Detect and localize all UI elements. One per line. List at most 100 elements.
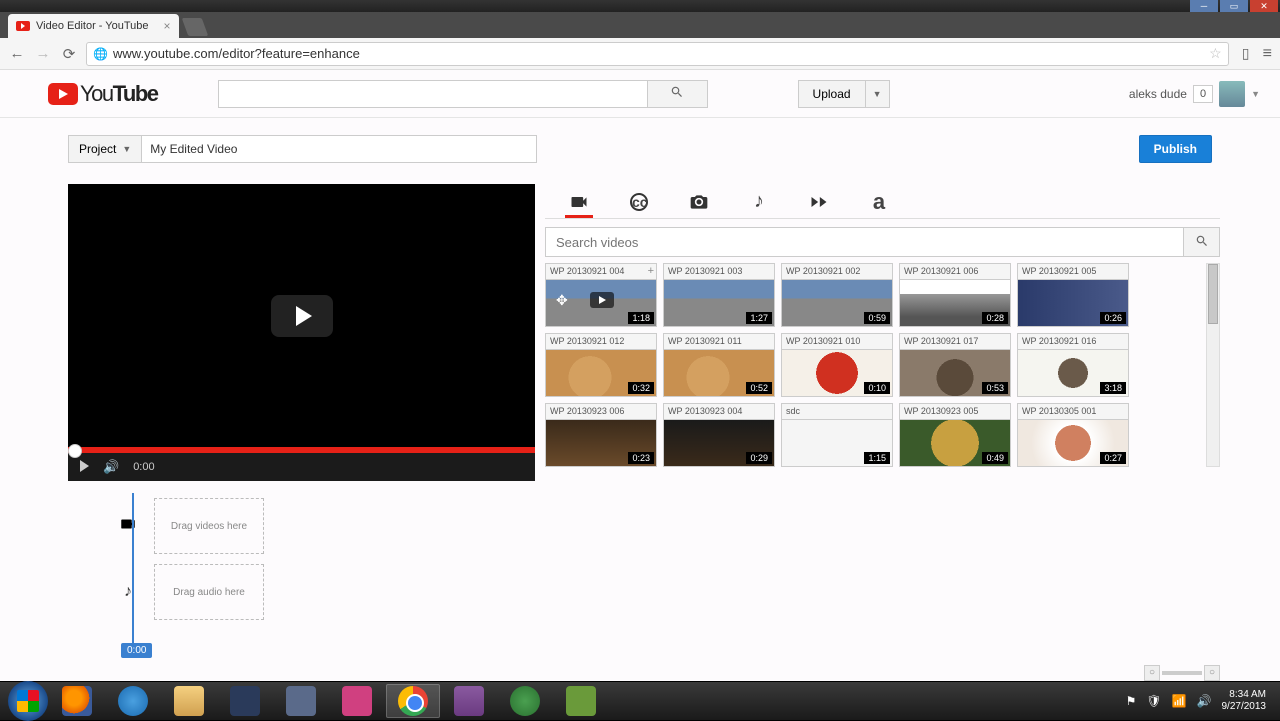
clip-duration: 0:27 xyxy=(1100,452,1126,464)
preview-time: 0:00 xyxy=(133,461,154,473)
username-label[interactable]: aleks dude xyxy=(1129,87,1187,101)
taskbar-app-2[interactable] xyxy=(330,684,384,718)
media-search-button[interactable] xyxy=(1184,227,1220,257)
bookmark-star-icon[interactable]: ☆ xyxy=(1209,45,1222,62)
clip-title: WP 20130921 016 xyxy=(1018,334,1128,350)
preview-scrubber[interactable] xyxy=(68,447,535,453)
clip-duration: 0:49 xyxy=(982,452,1008,464)
tab-photos[interactable] xyxy=(685,188,713,218)
taskbar-firefox[interactable] xyxy=(50,684,104,718)
clip-item[interactable]: WP 20130923 0040:29 xyxy=(663,403,775,467)
taskbar-virtualbox[interactable] xyxy=(218,684,272,718)
new-tab-button[interactable] xyxy=(181,18,208,36)
tab-text[interactable]: a xyxy=(865,188,893,218)
clip-play-icon[interactable] xyxy=(590,292,614,308)
clip-item[interactable]: WP 20130305 0010:27 xyxy=(1017,403,1129,467)
clip-item[interactable]: WP 20130923 0060:23 xyxy=(545,403,657,467)
tab-audio[interactable]: ♪ xyxy=(745,188,773,218)
timeline: 0:00 Drag videos here ♪ Drag audio here xyxy=(68,493,1280,645)
clip-item[interactable]: WP 20130921 0100:10 xyxy=(781,333,893,397)
timeline-playhead[interactable] xyxy=(132,493,134,643)
window-close-button[interactable]: ✕ xyxy=(1250,0,1278,12)
taskbar-chrome[interactable] xyxy=(386,684,440,718)
window-minimize-button[interactable]: ─ xyxy=(1190,0,1218,12)
tab-close-icon[interactable]: × xyxy=(164,19,171,33)
zoom-in-icon[interactable]: ○ xyxy=(1204,665,1220,681)
transition-icon xyxy=(809,192,829,212)
clip-item[interactable]: WP 20130921 0031:27 xyxy=(663,263,775,327)
media-search-input[interactable] xyxy=(545,227,1184,257)
youtube-logo[interactable]: YouTube xyxy=(48,81,158,107)
browser-tabbar: Video Editor - YouTube × xyxy=(0,12,1280,38)
taskbar-explorer[interactable] xyxy=(162,684,216,718)
timeline-audio-dropzone[interactable]: Drag audio here xyxy=(154,564,264,620)
tab-creative-commons[interactable]: cc xyxy=(625,188,653,218)
audio-track-icon: ♪ xyxy=(118,583,138,601)
clip-add-icon[interactable]: + xyxy=(648,265,654,277)
browser-tab[interactable]: Video Editor - YouTube × xyxy=(8,14,179,38)
tray-network-icon[interactable]: 📶 xyxy=(1172,694,1187,708)
clip-item[interactable]: WP 20130921 0170:53 xyxy=(899,333,1011,397)
play-overlay-icon[interactable] xyxy=(271,295,333,337)
start-button[interactable] xyxy=(8,681,48,721)
timeline-video-row: Drag videos here xyxy=(118,493,1280,559)
project-name-input[interactable] xyxy=(141,135,537,163)
clips-scrollbar[interactable] xyxy=(1206,263,1220,467)
scrollbar-thumb[interactable] xyxy=(1208,264,1218,324)
project-dropdown[interactable]: Project ▼ xyxy=(68,135,141,163)
video-preview[interactable] xyxy=(68,184,535,447)
upload-group: Upload ▼ xyxy=(798,80,890,108)
upload-dropdown-button[interactable]: ▼ xyxy=(866,80,890,108)
back-button[interactable]: ← xyxy=(8,45,26,63)
taskbar-app[interactable] xyxy=(274,684,328,718)
clip-item[interactable]: sdc1:15 xyxy=(781,403,893,467)
forward-button[interactable]: → xyxy=(34,45,52,63)
taskbar-ie[interactable] xyxy=(106,684,160,718)
tray-shield-icon[interactable]: 🛡 xyxy=(1146,694,1161,708)
clip-duration: 0:53 xyxy=(982,382,1008,394)
clip-item[interactable]: WP 20130921 0163:18 xyxy=(1017,333,1129,397)
window-maximize-button[interactable]: ▭ xyxy=(1220,0,1248,12)
notification-count[interactable]: 0 xyxy=(1193,85,1213,103)
clip-title: WP 20130921 006 xyxy=(900,264,1010,280)
youtube-search-input[interactable] xyxy=(218,80,648,108)
clip-item[interactable]: WP 20130921 0050:26 xyxy=(1017,263,1129,327)
clip-item[interactable]: WP 20130921 0020:59 xyxy=(781,263,893,327)
video-drop-hint: Drag videos here xyxy=(171,521,247,532)
cast-icon[interactable]: ▯ xyxy=(1237,45,1255,62)
clip-item[interactable]: WP 20130921 004+✥1:18 xyxy=(545,263,657,327)
video-camera-icon xyxy=(569,192,589,212)
upload-button[interactable]: Upload xyxy=(798,80,866,108)
clip-title: WP 20130921 005 xyxy=(1018,264,1128,280)
clip-item[interactable]: WP 20130921 0060:28 xyxy=(899,263,1011,327)
address-bar[interactable]: 🌐 www.youtube.com/editor?feature=enhance… xyxy=(86,42,1229,66)
user-dropdown-icon[interactable]: ▼ xyxy=(1251,89,1260,99)
reload-button[interactable]: ⟳ xyxy=(60,45,78,63)
taskbar-date: 9/27/2013 xyxy=(1222,701,1267,713)
editor-horizontal-scrollbar[interactable]: ○ ○ xyxy=(0,665,1220,681)
taskbar-pidgin[interactable] xyxy=(442,684,496,718)
zoom-out-icon[interactable]: ○ xyxy=(1144,665,1160,681)
youtube-header: YouTube Upload ▼ aleks dude 0 ▼ xyxy=(0,70,1280,118)
tab-transitions[interactable] xyxy=(805,188,833,218)
zoom-track[interactable] xyxy=(1162,671,1202,675)
clip-item[interactable]: WP 20130923 0050:49 xyxy=(899,403,1011,467)
clip-item[interactable]: WP 20130921 0120:32 xyxy=(545,333,657,397)
music-note-icon: ♪ xyxy=(754,190,764,213)
search-icon xyxy=(670,85,684,99)
taskbar-clock[interactable]: 8:34 AM 9/27/2013 xyxy=(1222,689,1267,713)
publish-button[interactable]: Publish xyxy=(1139,135,1212,163)
tray-volume-icon[interactable]: 🔊 xyxy=(1197,694,1212,708)
timeline-video-dropzone[interactable]: Drag videos here xyxy=(154,498,264,554)
youtube-search-button[interactable] xyxy=(648,80,708,108)
clip-duration: 0:59 xyxy=(864,312,890,324)
chrome-menu-icon[interactable]: ≡ xyxy=(1263,45,1272,63)
taskbar-utorrent[interactable] xyxy=(498,684,552,718)
taskbar-app-3[interactable] xyxy=(554,684,608,718)
volume-icon[interactable]: 🔊 xyxy=(103,459,119,475)
tab-videos[interactable] xyxy=(565,188,593,218)
preview-play-button[interactable] xyxy=(80,460,89,475)
tray-flag-icon[interactable]: ⚑ xyxy=(1126,694,1137,708)
user-avatar[interactable] xyxy=(1219,81,1245,107)
clip-item[interactable]: WP 20130921 0110:52 xyxy=(663,333,775,397)
